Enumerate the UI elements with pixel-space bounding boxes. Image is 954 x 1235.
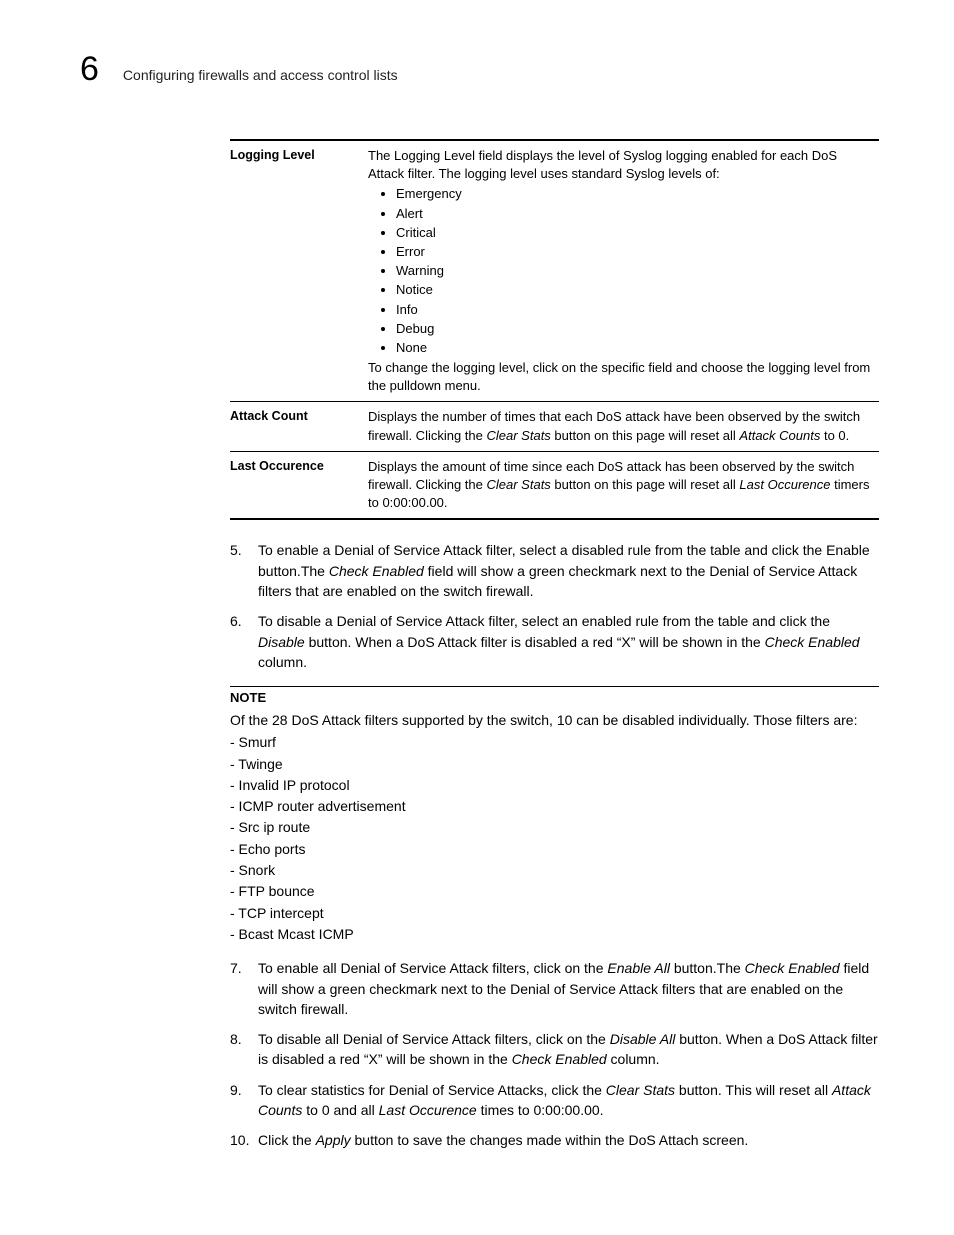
step-item: 6. To disable a Denial of Service Attack… — [230, 611, 879, 672]
step-text: To disable a Denial of Service Attack fi… — [258, 611, 879, 672]
italic-text: Check Enabled — [745, 960, 840, 976]
syslog-level-list: Emergency Alert Critical Error Warning N… — [396, 185, 871, 357]
italic-text: Clear Stats — [487, 428, 551, 443]
step-text: To enable a Denial of Service Attack fil… — [258, 540, 879, 601]
list-item: - Invalid IP protocol — [230, 775, 879, 795]
text: times to 0:00:00.00. — [477, 1102, 604, 1118]
italic-text: Check Enabled — [512, 1051, 607, 1067]
italic-text: Last Occurence — [739, 477, 830, 492]
list-item: - FTP bounce — [230, 881, 879, 901]
step-text: To enable all Denial of Service Attack f… — [258, 958, 879, 1019]
list-item: - ICMP router advertisement — [230, 796, 879, 816]
list-item: - Bcast Mcast ICMP — [230, 924, 879, 944]
list-item: - Snork — [230, 860, 879, 880]
italic-text: Enable All — [607, 960, 670, 976]
text: To disable a Denial of Service Attack fi… — [258, 613, 830, 629]
text: Click the — [258, 1132, 316, 1148]
list-item: - Twinge — [230, 754, 879, 774]
step-number: 5. — [230, 540, 258, 601]
list-item: - Src ip route — [230, 817, 879, 837]
step-number: 7. — [230, 958, 258, 1019]
row-body: The Logging Level field displays the lev… — [368, 140, 879, 402]
italic-text: Check Enabled — [329, 563, 424, 579]
step-number: 10. — [230, 1130, 258, 1150]
page-title: Configuring firewalls and access control… — [123, 67, 398, 83]
italic-text: Check Enabled — [765, 634, 860, 650]
text: button to save the changes made within t… — [351, 1132, 749, 1148]
text: column. — [607, 1051, 660, 1067]
list-item: None — [396, 339, 871, 357]
row-outro: To change the logging level, click on th… — [368, 359, 871, 395]
note-list: - Smurf - Twinge - Invalid IP protocol -… — [230, 732, 879, 944]
steps-list-b: 7. To enable all Denial of Service Attac… — [230, 958, 879, 1150]
italic-text: Clear Stats — [606, 1082, 675, 1098]
italic-text: Last Occurence — [379, 1102, 477, 1118]
text: To disable all Denial of Service Attack … — [258, 1031, 610, 1047]
note-rule — [230, 686, 879, 687]
note-intro: Of the 28 DoS Attack filters supported b… — [230, 710, 879, 730]
list-item: - Echo ports — [230, 839, 879, 859]
step-number: 6. — [230, 611, 258, 672]
italic-text: Disable All — [610, 1031, 676, 1047]
chapter-number: 6 — [80, 50, 99, 89]
text: button. This will reset all — [675, 1082, 832, 1098]
text: button on this page will reset all — [551, 428, 740, 443]
table-row: Last Occurence Displays the amount of ti… — [230, 451, 879, 519]
row-body: Displays the number of times that each D… — [368, 402, 879, 451]
definition-table: Logging Level The Logging Level field di… — [230, 139, 879, 520]
list-item: Critical — [396, 224, 871, 242]
list-item: Notice — [396, 281, 871, 299]
row-label: Attack Count — [230, 402, 368, 451]
italic-text: Disable — [258, 634, 305, 650]
steps-list-a: 5. To enable a Denial of Service Attack … — [230, 540, 879, 672]
text: button. When a DoS Attack filter is disa… — [305, 634, 765, 650]
list-item: Warning — [396, 262, 871, 280]
list-item: - Smurf — [230, 732, 879, 752]
step-text: Click the Apply button to save the chang… — [258, 1130, 879, 1150]
list-item: Alert — [396, 205, 871, 223]
step-text: To clear statistics for Denial of Servic… — [258, 1080, 879, 1121]
text: button on this page will reset all — [551, 477, 740, 492]
step-text: To disable all Denial of Service Attack … — [258, 1029, 879, 1070]
italic-text: Clear Stats — [487, 477, 551, 492]
list-item: Debug — [396, 320, 871, 338]
step-number: 8. — [230, 1029, 258, 1070]
text: to 0 and all — [302, 1102, 378, 1118]
text: to 0. — [820, 428, 849, 443]
step-item: 5. To enable a Denial of Service Attack … — [230, 540, 879, 601]
row-label: Logging Level — [230, 140, 368, 402]
step-item: 8. To disable all Denial of Service Atta… — [230, 1029, 879, 1070]
page: 6 Configuring firewalls and access contr… — [0, 0, 954, 1221]
italic-text: Attack Counts — [739, 428, 820, 443]
list-item: Emergency — [396, 185, 871, 203]
note-label: NOTE — [230, 689, 879, 708]
step-item: 9. To clear statistics for Denial of Ser… — [230, 1080, 879, 1121]
list-item: - TCP intercept — [230, 903, 879, 923]
row-intro: The Logging Level field displays the lev… — [368, 147, 871, 183]
italic-text: Apply — [316, 1132, 351, 1148]
page-header: 6 Configuring firewalls and access contr… — [80, 50, 879, 89]
step-item: 10. Click the Apply button to save the c… — [230, 1130, 879, 1150]
text: button.The — [670, 960, 745, 976]
table-row: Attack Count Displays the number of time… — [230, 402, 879, 451]
note-block: NOTE Of the 28 DoS Attack filters suppor… — [230, 686, 879, 944]
step-number: 9. — [230, 1080, 258, 1121]
table-row: Logging Level The Logging Level field di… — [230, 140, 879, 402]
text: To clear statistics for Denial of Servic… — [258, 1082, 606, 1098]
row-label: Last Occurence — [230, 451, 368, 519]
list-item: Error — [396, 243, 871, 261]
list-item: Info — [396, 301, 871, 319]
text: To enable all Denial of Service Attack f… — [258, 960, 607, 976]
row-body: Displays the amount of time since each D… — [368, 451, 879, 519]
content-area: Logging Level The Logging Level field di… — [230, 139, 879, 1151]
text: column. — [258, 654, 307, 670]
step-item: 7. To enable all Denial of Service Attac… — [230, 958, 879, 1019]
